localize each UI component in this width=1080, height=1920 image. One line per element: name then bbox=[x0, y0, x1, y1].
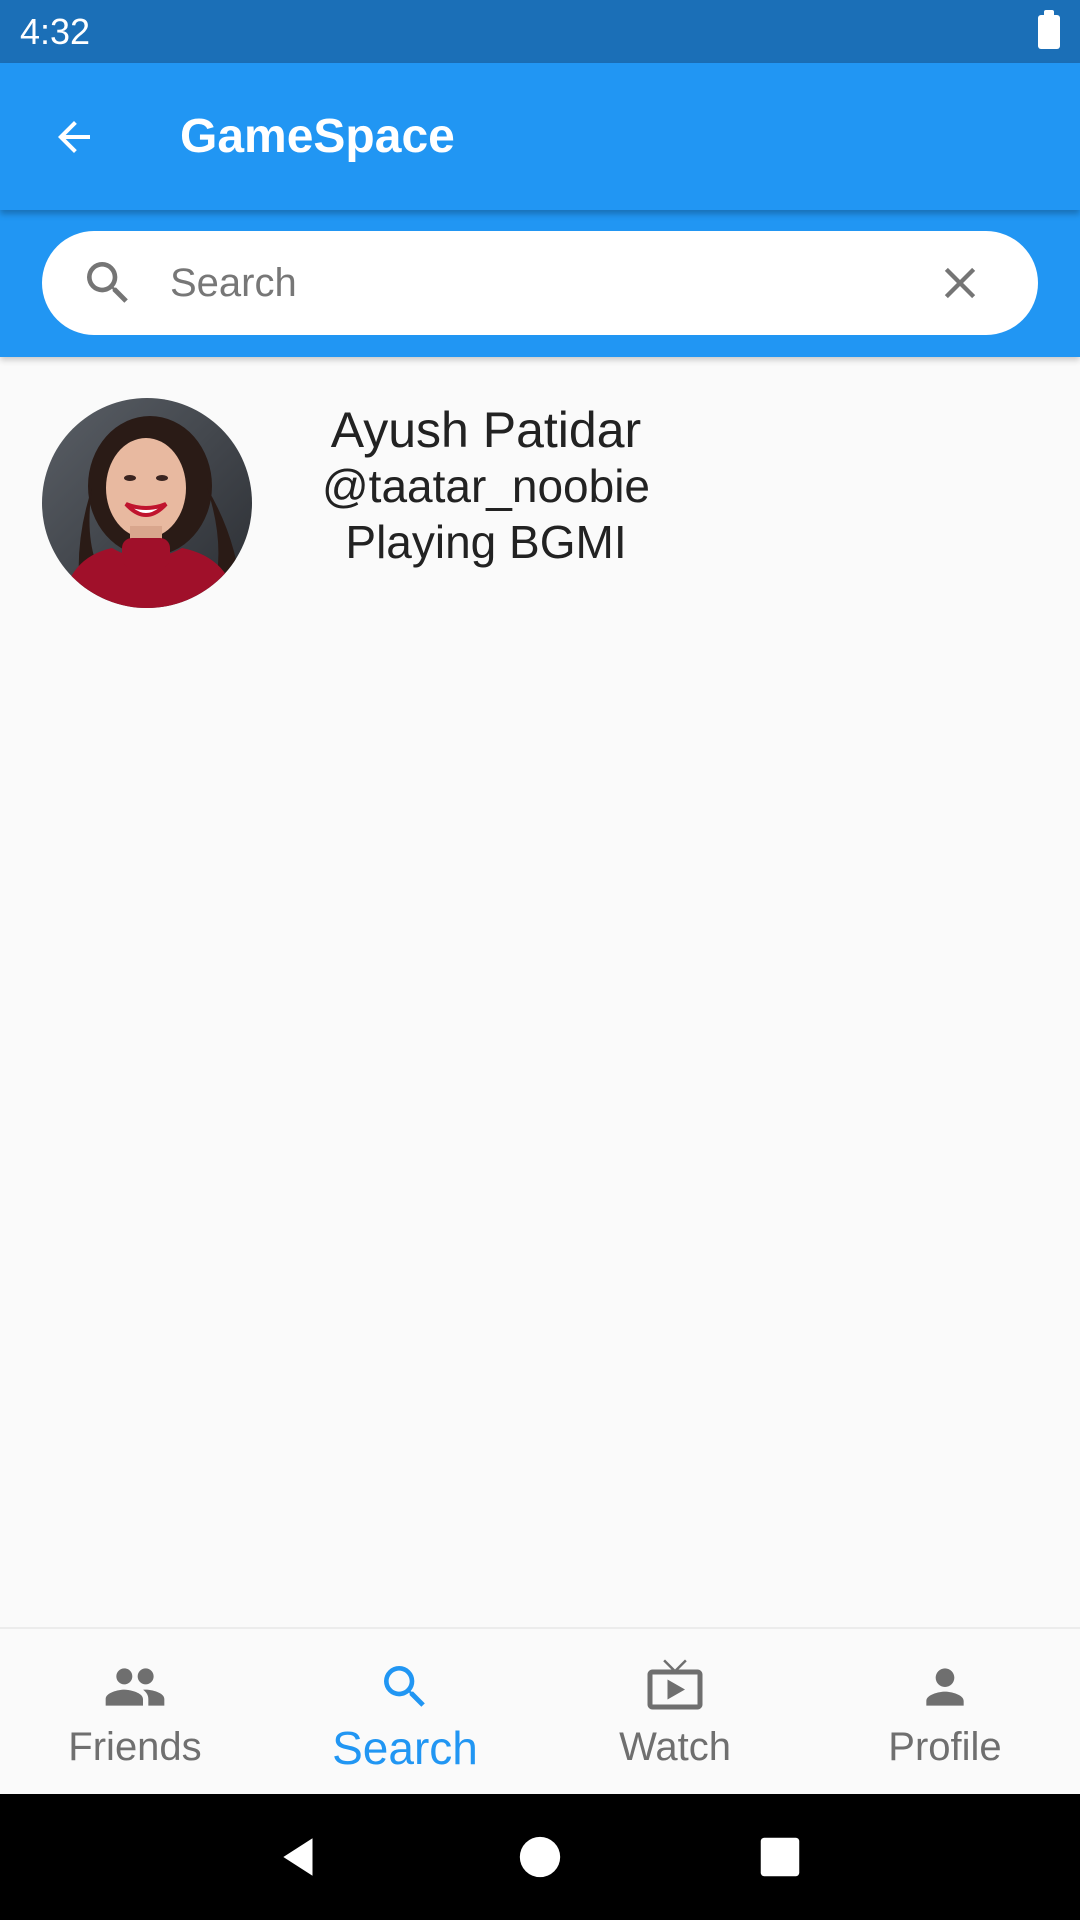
page-title: GameSpace bbox=[180, 110, 455, 163]
search-input[interactable] bbox=[168, 243, 920, 323]
triangle-back-icon bbox=[283, 1838, 313, 1876]
status-bar: 4:32 bbox=[0, 0, 1080, 63]
system-nav-bar bbox=[0, 1794, 1080, 1920]
close-icon bbox=[944, 267, 976, 299]
nav-label-friends: Friends bbox=[68, 1725, 202, 1769]
app-bar: GameSpace bbox=[0, 63, 1080, 210]
tv-icon bbox=[643, 1659, 707, 1715]
search-box[interactable] bbox=[42, 231, 1038, 335]
nav-label-search: Search bbox=[332, 1722, 478, 1774]
search-strip bbox=[0, 210, 1080, 357]
result-status: Playing BGMI bbox=[345, 516, 627, 568]
search-icon bbox=[373, 1659, 437, 1715]
system-back-button[interactable] bbox=[260, 1817, 340, 1897]
system-home-button[interactable] bbox=[500, 1817, 580, 1897]
search-icon bbox=[78, 253, 138, 313]
arrow-back-icon bbox=[58, 120, 90, 153]
back-button[interactable] bbox=[34, 97, 114, 177]
battery-icon bbox=[1038, 9, 1060, 49]
system-recents-button[interactable] bbox=[740, 1817, 820, 1897]
square-recents-icon bbox=[760, 1837, 800, 1877]
result-text: Ayush Patidar @taatar_noobie Playing BGM… bbox=[316, 402, 656, 570]
status-time: 4:32 bbox=[20, 10, 91, 52]
people-icon bbox=[103, 1659, 167, 1715]
bottom-nav: Friends Search Watch Profile bbox=[0, 1627, 1080, 1794]
nav-item-search[interactable]: Search bbox=[270, 1629, 540, 1794]
result-handle: @taatar_noobie bbox=[321, 460, 651, 512]
nav-label-watch: Watch bbox=[619, 1725, 731, 1769]
result-name: Ayush Patidar bbox=[330, 402, 642, 458]
avatar bbox=[42, 398, 252, 608]
list-item[interactable]: Ayush Patidar @taatar_noobie Playing BGM… bbox=[0, 380, 1080, 620]
nav-item-profile[interactable]: Profile bbox=[810, 1629, 1080, 1794]
clear-search-button[interactable] bbox=[920, 243, 1000, 323]
nav-label-profile: Profile bbox=[888, 1725, 1002, 1769]
person-icon bbox=[913, 1659, 977, 1715]
nav-item-watch[interactable]: Watch bbox=[540, 1629, 810, 1794]
circle-home-icon bbox=[519, 1836, 561, 1878]
nav-item-friends[interactable]: Friends bbox=[0, 1629, 270, 1794]
